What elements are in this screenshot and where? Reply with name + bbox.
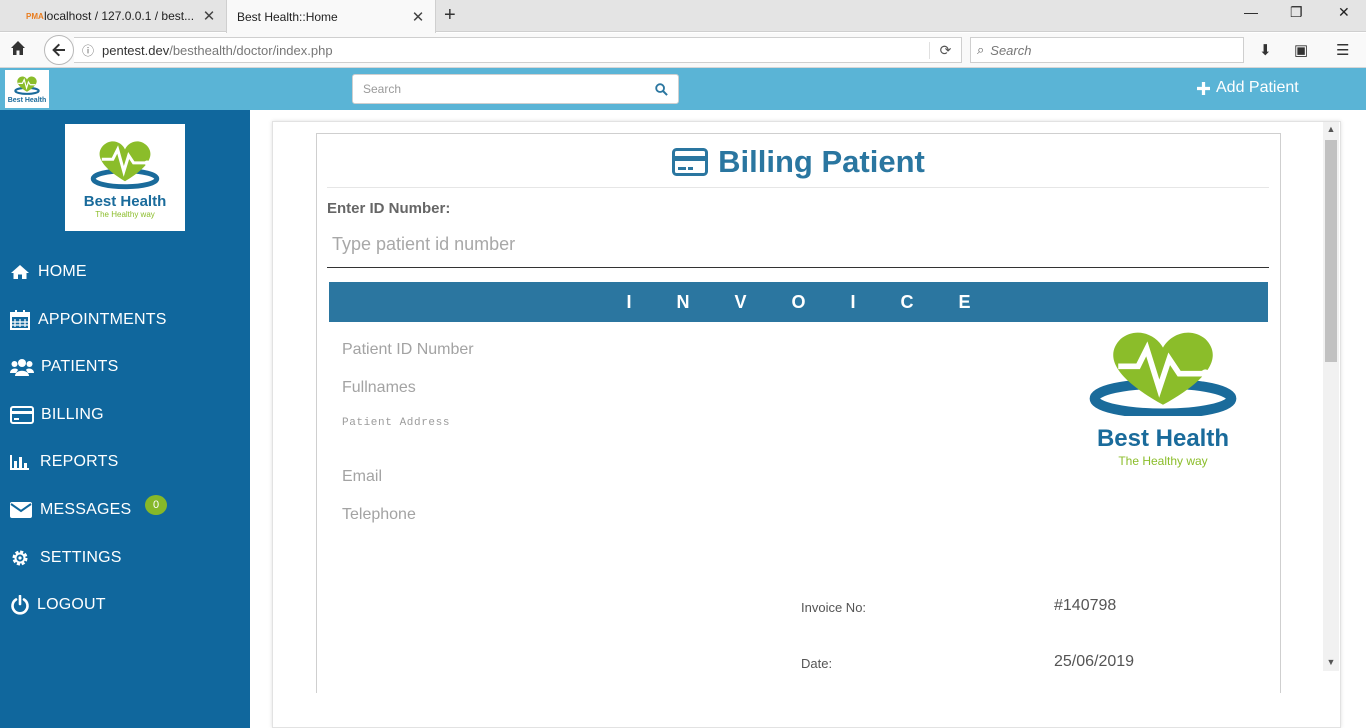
heart-logo-icon	[1089, 332, 1237, 419]
main-panel: Billing Patient Enter ID Number: INVOICE…	[272, 121, 1341, 728]
heart-logo-icon	[90, 141, 160, 190]
site-info-icon[interactable]: ⓘ	[74, 42, 102, 59]
back-button[interactable]	[44, 35, 74, 65]
new-tab-icon[interactable]: +	[444, 4, 456, 27]
browser-search-placeholder: Search	[990, 42, 1032, 58]
browser-tab-phpmyadmin[interactable]: PMA localhost / 127.0.0.1 / best... ✕	[16, 0, 226, 32]
address-bar[interactable]: ⓘ pentest.dev/besthealth/doctor/index.ph…	[74, 37, 962, 63]
add-patient-button[interactable]: Add Patient	[1197, 79, 1299, 97]
minimize-icon[interactable]: —	[1244, 4, 1258, 20]
scrollbar-thumb[interactable]	[1325, 140, 1337, 362]
header-logo[interactable]: Best Health	[5, 70, 49, 108]
sidebar-item-messages[interactable]: MESSAGES	[10, 497, 131, 523]
tab-title: localhost / 127.0.0.1 / best...	[44, 9, 195, 23]
invoice-number-label: Invoice No:	[801, 600, 867, 615]
scroll-down-icon[interactable]: ▼	[1323, 657, 1339, 667]
search-icon: ⌕	[977, 42, 985, 57]
phpmyadmin-favicon-icon: PMA	[26, 11, 44, 21]
tab-title: Best Health::Home	[237, 9, 338, 24]
browser-tab-besthealth[interactable]: Best Health::Home ✕	[226, 0, 436, 33]
invoice-heading: INVOICE	[626, 291, 1016, 312]
sidebar-item-settings[interactable]: SETTINGS	[10, 545, 122, 571]
header-logo-text: Best Health	[7, 97, 47, 104]
patient-id-field: Patient ID Number	[342, 341, 474, 358]
credit-card-icon	[672, 148, 709, 176]
sidebar-item-reports[interactable]: REPORTS	[10, 449, 118, 475]
reload-icon[interactable]: ⟳	[929, 41, 961, 59]
email-field: Email	[342, 468, 383, 485]
sidebar-item-patients[interactable]: PATIENTS	[10, 354, 118, 380]
patient-search-input[interactable]	[353, 82, 644, 96]
url-host: pentest.dev	[102, 42, 170, 58]
calendar-icon	[10, 310, 38, 330]
invoice-date-value: 25/06/2019	[1054, 653, 1135, 670]
invoice-heading-bar: INVOICE	[329, 282, 1268, 322]
sidebar-tagline: The Healthy way	[95, 210, 155, 219]
page-title: Billing Patient	[317, 144, 1280, 180]
sidebar-item-label: REPORTS	[40, 453, 119, 470]
sidebar-item-label: HOME	[38, 263, 87, 280]
sidebar-toggle-icon[interactable]: ▣	[1294, 41, 1308, 59]
sidebar-brand: Best Health	[83, 193, 167, 210]
search-icon	[654, 82, 668, 96]
sidebar-logo[interactable]: Best Health The Healthy way	[65, 124, 185, 231]
credit-card-icon	[10, 406, 41, 424]
messages-count-badge: 0	[145, 495, 167, 515]
window-close-icon[interactable]: ✕	[1338, 4, 1350, 21]
gear-icon	[10, 548, 40, 568]
plus-icon	[1197, 81, 1210, 95]
page-title-text: Billing Patient	[718, 144, 925, 179]
close-tab-icon[interactable]: ✕	[411, 8, 425, 26]
power-icon	[10, 595, 37, 615]
restore-icon[interactable]: ❐	[1290, 4, 1303, 21]
fullnames-field: Fullnames	[342, 379, 416, 396]
sidebar: Best Health The Healthy way HOME APPOINT…	[0, 110, 250, 728]
close-tab-icon[interactable]: ✕	[202, 7, 216, 25]
patient-address-field: Patient Address	[342, 417, 451, 429]
invoice-logo-tagline: The Healthy way	[1118, 454, 1208, 468]
invoice-number-value: #140798	[1054, 597, 1117, 614]
billing-card: Billing Patient Enter ID Number: INVOICE…	[316, 133, 1281, 693]
patient-id-input[interactable]	[327, 222, 1269, 268]
sidebar-item-home[interactable]: HOME	[10, 259, 87, 285]
app-header: Best Health Add Patient	[0, 68, 1366, 110]
browser-home-icon[interactable]	[10, 40, 26, 56]
sidebar-item-label: SETTINGS	[40, 549, 122, 566]
invoice-date-label: Date:	[801, 656, 833, 671]
title-divider	[327, 187, 1269, 188]
sidebar-item-label: APPOINTMENTS	[38, 311, 167, 328]
invoice-logo: Best Health The Healthy way	[1083, 324, 1243, 468]
sidebar-item-billing[interactable]: BILLING	[10, 402, 104, 428]
arrow-left-icon	[52, 43, 65, 57]
search-button[interactable]	[644, 82, 678, 96]
browser-search-field[interactable]: ⌕ Search	[970, 37, 1244, 63]
main-scrollbar[interactable]: ▲ ▼	[1323, 122, 1339, 671]
bar-chart-icon	[10, 454, 40, 470]
users-icon	[10, 358, 41, 376]
telephone-field: Telephone	[342, 506, 416, 523]
browser-nav-bar: ⓘ pentest.dev/besthealth/doctor/index.ph…	[0, 33, 1366, 68]
download-icon[interactable]: ⬇	[1259, 41, 1272, 59]
sidebar-item-appointments[interactable]: APPOINTMENTS	[10, 307, 167, 333]
scroll-up-icon[interactable]: ▲	[1323, 124, 1339, 134]
home-icon	[10, 264, 38, 280]
url-text[interactable]: pentest.dev/besthealth/doctor/index.php	[102, 43, 929, 58]
heart-logo-icon	[14, 76, 40, 95]
sidebar-item-label: LOGOUT	[37, 596, 106, 613]
browser-tab-bar: PMA localhost / 127.0.0.1 / best... ✕ Be…	[0, 0, 1366, 33]
sidebar-item-label: MESSAGES	[40, 501, 132, 518]
add-patient-label: Add Patient	[1216, 79, 1299, 96]
sidebar-item-logout[interactable]: LOGOUT	[10, 592, 106, 618]
envelope-icon	[10, 502, 40, 518]
invoice-logo-brand: Best Health	[1096, 425, 1230, 452]
sidebar-item-label: PATIENTS	[41, 358, 119, 375]
sidebar-item-label: BILLING	[41, 406, 104, 423]
patient-search	[352, 74, 679, 104]
menu-hamburger-icon[interactable]: ☰	[1336, 41, 1349, 59]
id-number-label: Enter ID Number:	[327, 200, 451, 217]
url-path: /besthealth/doctor/index.php	[169, 42, 333, 58]
